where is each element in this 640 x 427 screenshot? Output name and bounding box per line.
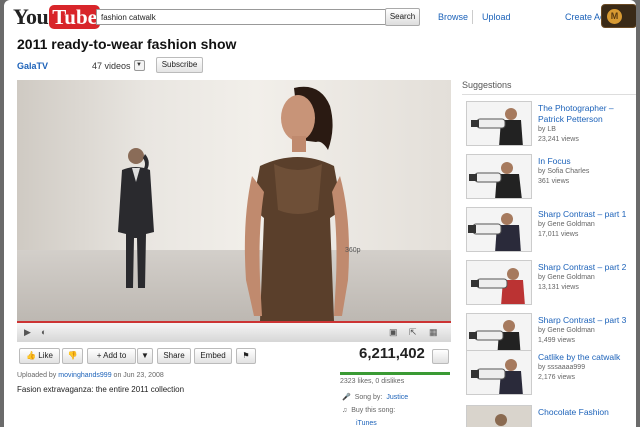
suggestion-title[interactable]: Chocolate Fashion: [538, 407, 636, 418]
like-label: Like: [38, 351, 53, 360]
nav-divider: [472, 10, 473, 24]
model-figure: [244, 86, 349, 321]
suggestion-author: by Gene Goldman: [538, 327, 595, 334]
browser-page: You Tube Search Browse Upload Create Ac …: [4, 0, 636, 427]
quality-label[interactable]: 360p: [345, 247, 361, 254]
man-in-suit-figure: [118, 148, 154, 288]
buy-song-row: ♫ Buy this song:: [342, 407, 395, 414]
suggestion-views: 361 views: [538, 178, 570, 185]
suggestion-item[interactable]: In Focus by Sofia Charles 361 views: [462, 154, 636, 206]
player-controls: ▶ ◐ ▣ ⇱ ▦: [17, 321, 451, 342]
share-button[interactable]: Share: [157, 348, 191, 364]
suggestion-views: 2,176 views: [538, 374, 575, 381]
youtube-logo[interactable]: You Tube: [13, 4, 100, 29]
itunes-link[interactable]: iTunes: [356, 420, 377, 427]
browse-link[interactable]: Browse: [438, 12, 468, 22]
suggestion-views: 17,011 views: [538, 231, 579, 238]
suggestion-item[interactable]: The Photographer – Patrick Petterson by …: [462, 101, 636, 153]
suggestion-item[interactable]: Sharp Contrast – part 2 by Gene Goldman …: [462, 260, 636, 312]
add-to-button[interactable]: + Add to: [87, 348, 136, 364]
badge-coin-icon: M: [607, 9, 622, 24]
suggestion-author: by Gene Goldman: [538, 221, 595, 228]
suggestion-views: 23,241 views: [538, 136, 579, 143]
suggestion-thumbnail[interactable]: [466, 350, 532, 395]
flag-button[interactable]: ⚑: [236, 348, 256, 364]
suggestion-title[interactable]: Sharp Contrast – part 3: [538, 315, 636, 326]
subscribe-button[interactable]: Subscribe: [156, 57, 203, 73]
suggestion-author: by Gene Goldman: [538, 274, 595, 281]
suggestion-author: by sssaaaa999: [538, 364, 586, 371]
create-account-link[interactable]: Create Ac: [565, 12, 605, 22]
microphone-icon: 🎤: [342, 394, 351, 401]
play-icon[interactable]: ▶: [24, 327, 31, 338]
volume-icon[interactable]: ◐: [41, 327, 46, 337]
suggestion-views: 1,499 views: [538, 337, 575, 344]
stats-chart-icon[interactable]: [432, 349, 449, 364]
song-by-row: 🎤 Song by: Justice: [342, 393, 408, 402]
video-title: 2011 ready-to-wear fashion show: [17, 36, 237, 52]
suggestion-title[interactable]: Sharp Contrast – part 1: [538, 209, 636, 220]
music-note-icon: ♫: [342, 407, 348, 414]
suggestions-divider: [462, 94, 636, 95]
uploaded-prefix: Uploaded by: [17, 372, 57, 379]
suggestions-heading: Suggestions: [462, 80, 512, 90]
search-input[interactable]: [96, 9, 386, 25]
view-count: 6,211,402: [359, 345, 425, 362]
videos-count-label: 47 videos: [92, 60, 131, 71]
add-to-label: Add to: [103, 351, 127, 360]
videos-count: 47 videos ▼: [92, 60, 145, 71]
dislike-button[interactable]: 👎: [62, 348, 83, 364]
suggestion-title[interactable]: The Photographer – Patrick Petterson: [538, 103, 636, 125]
suggestion-item[interactable]: Chocolate Fashion: [462, 405, 636, 427]
upload-info: Uploaded by movinghands999 on Jun 23, 20…: [17, 372, 164, 379]
uploader-link[interactable]: movinghands999: [58, 372, 111, 379]
suggestion-item[interactable]: Sharp Contrast – part 1 by Gene Goldman …: [462, 207, 636, 259]
upload-link[interactable]: Upload: [482, 12, 511, 22]
video-frame[interactable]: [17, 80, 451, 321]
logo-tube-text: Tube: [49, 5, 100, 29]
fullscreen-icon[interactable]: ▦: [429, 327, 438, 338]
suggestion-thumbnail[interactable]: [466, 154, 532, 199]
like-ratio-bar: [340, 372, 450, 375]
suggestion-title[interactable]: Sharp Contrast – part 2: [538, 262, 636, 273]
suggestion-item[interactable]: Catlike by the catwalk by sssaaaa999 2,1…: [462, 350, 636, 402]
suggestion-author: by LB: [538, 126, 556, 133]
plus-icon: +: [96, 351, 102, 360]
suggestion-title[interactable]: Catlike by the catwalk: [538, 352, 636, 363]
upload-date: on Jun 23, 2008: [113, 372, 164, 379]
buy-song-label: Buy this song:: [351, 407, 396, 414]
song-by-label: Song by:: [354, 393, 383, 401]
suggestion-thumbnail[interactable]: [466, 405, 532, 427]
suggestion-title[interactable]: In Focus: [538, 156, 636, 167]
add-to-dropdown[interactable]: ▼: [137, 348, 153, 364]
popout-icon[interactable]: ▣: [389, 327, 398, 338]
chevron-down-icon[interactable]: ▼: [133, 60, 145, 71]
suggestion-thumbnail[interactable]: [466, 207, 532, 252]
logo-you-text: You: [13, 4, 49, 29]
like-button[interactable]: 👍 Like: [19, 348, 60, 364]
video-player[interactable]: ▶ ◐ ▣ ⇱ ▦: [17, 80, 451, 342]
flag-icon: ⚑: [242, 351, 250, 360]
extension-badge[interactable]: M: [601, 4, 636, 28]
channel-link[interactable]: GalaTV: [17, 61, 48, 71]
suggestion-views: 13,131 views: [538, 284, 579, 291]
song-artist-link[interactable]: Justice: [386, 394, 408, 401]
video-description: Fasion extravaganza: the entire 2011 col…: [17, 385, 185, 394]
likes-dislikes: 2323 likes, 0 dislikes: [340, 378, 405, 385]
suggestion-thumbnail[interactable]: [466, 101, 532, 146]
suggestion-thumbnail[interactable]: [466, 260, 532, 305]
chevron-down-icon: ▼: [141, 351, 149, 360]
thumbs-up-icon: 👍: [26, 351, 37, 360]
expand-icon[interactable]: ⇱: [409, 327, 417, 338]
suggestion-author: by Sofia Charles: [538, 168, 590, 175]
embed-button[interactable]: Embed: [194, 348, 232, 364]
search-button[interactable]: Search: [385, 8, 420, 26]
thumbs-down-icon: 👎: [67, 351, 78, 360]
